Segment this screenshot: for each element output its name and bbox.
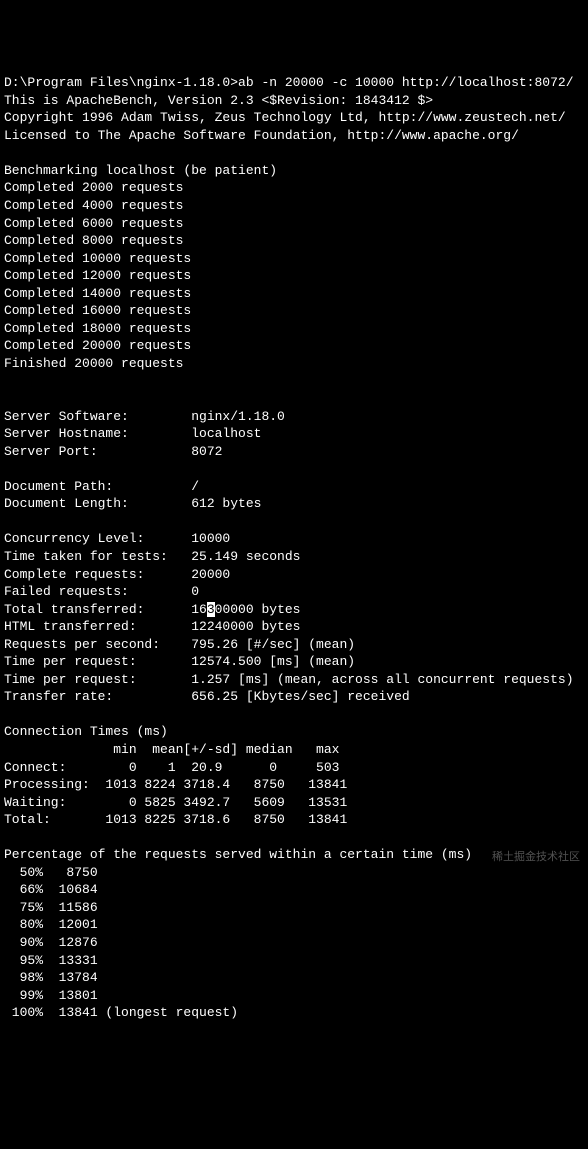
progress-line: Completed 18000 requests	[4, 321, 191, 336]
terminal-output: D:\Program Files\nginx-1.18.0>ab -n 2000…	[4, 74, 584, 1022]
complete-requests: Complete requests: 20000	[4, 567, 230, 582]
percentile-row: 90% 12876	[4, 935, 98, 950]
transfer-rate: Transfer rate: 656.25 [Kbytes/sec] recei…	[4, 689, 410, 704]
html-transferred: HTML transferred: 12240000 bytes	[4, 619, 300, 634]
server-hostname: Server Hostname: localhost	[4, 426, 261, 441]
header-line: Licensed to The Apache Software Foundati…	[4, 128, 519, 143]
time-per-request-conc: Time per request: 1.257 [ms] (mean, acro…	[4, 672, 574, 687]
progress-line: Completed 20000 requests	[4, 338, 191, 353]
requests-per-second: Requests per second: 795.26 [#/sec] (mea…	[4, 637, 355, 652]
connect-row: Connect: 0 1 20.9 0 503	[4, 760, 339, 775]
percentile-row: 99% 13801	[4, 988, 98, 1003]
server-port: Server Port: 8072	[4, 444, 222, 459]
time-taken: Time taken for tests: 25.149 seconds	[4, 549, 300, 564]
percentile-row: 50% 8750	[4, 865, 98, 880]
progress-line: Completed 6000 requests	[4, 216, 183, 231]
progress-line: Completed 4000 requests	[4, 198, 183, 213]
progress-line: Completed 16000 requests	[4, 303, 191, 318]
percentile-row: 75% 11586	[4, 900, 98, 915]
cursor-block: 3	[207, 602, 215, 617]
document-length: Document Length: 612 bytes	[4, 496, 261, 511]
command-prompt-line: D:\Program Files\nginx-1.18.0>ab -n 2000…	[4, 75, 574, 90]
server-software: Server Software: nginx/1.18.0	[4, 409, 285, 424]
total-row: Total: 1013 8225 3718.6 8750 13841	[4, 812, 347, 827]
benchmarking-line: Benchmarking localhost (be patient)	[4, 163, 277, 178]
connection-times-title: Connection Times (ms)	[4, 724, 168, 739]
connection-times-header: min mean[+/-sd] median max	[4, 742, 339, 757]
progress-line: Completed 12000 requests	[4, 268, 191, 283]
percentiles-title: Percentage of the requests served within…	[4, 847, 472, 862]
progress-line: Finished 20000 requests	[4, 356, 183, 371]
document-path: Document Path: /	[4, 479, 199, 494]
total-transferred: Total transferred: 16300000 bytes	[4, 602, 300, 617]
percentile-row: 66% 10684	[4, 882, 98, 897]
watermark: 稀土掘金技术社区	[492, 850, 580, 865]
failed-requests: Failed requests: 0	[4, 584, 199, 599]
percentile-row: 98% 13784	[4, 970, 98, 985]
progress-line: Completed 14000 requests	[4, 286, 191, 301]
processing-row: Processing: 1013 8224 3718.4 8750 13841	[4, 777, 347, 792]
percentile-row: 80% 12001	[4, 917, 98, 932]
concurrency-level: Concurrency Level: 10000	[4, 531, 230, 546]
time-per-request-mean: Time per request: 12574.500 [ms] (mean)	[4, 654, 355, 669]
waiting-row: Waiting: 0 5825 3492.7 5609 13531	[4, 795, 347, 810]
progress-line: Completed 8000 requests	[4, 233, 183, 248]
header-line: Copyright 1996 Adam Twiss, Zeus Technolo…	[4, 110, 566, 125]
percentile-row: 95% 13331	[4, 953, 98, 968]
progress-line: Completed 2000 requests	[4, 180, 183, 195]
percentile-row: 100% 13841 (longest request)	[4, 1005, 238, 1020]
progress-line: Completed 10000 requests	[4, 251, 191, 266]
header-line: This is ApacheBench, Version 2.3 <$Revis…	[4, 93, 433, 108]
